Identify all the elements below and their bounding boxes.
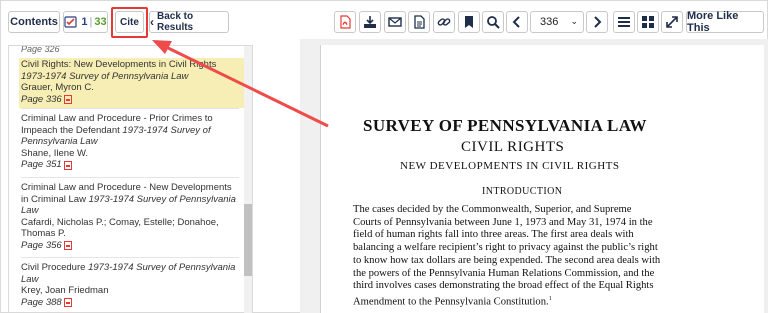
annotation-arrow [152,40,329,128]
